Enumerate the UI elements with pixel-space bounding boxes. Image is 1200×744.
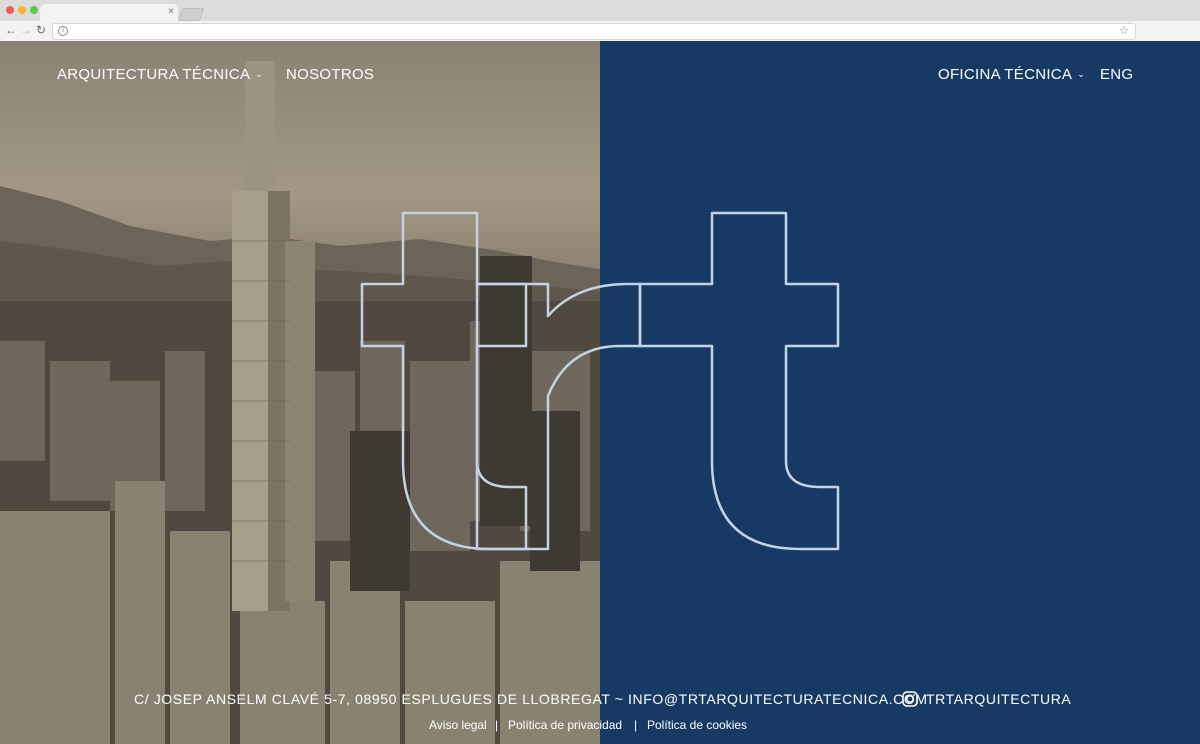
link-politica-cookies[interactable]: Política de cookies: [647, 718, 747, 732]
page: ARQUITECTURA TÉCNICA ⌄ NOSOTROS OFICINA T…: [0, 41, 1200, 744]
new-tab-button[interactable]: [177, 8, 205, 21]
trt-logo-outline: [360, 211, 840, 551]
address-bar[interactable]: i ☆: [52, 23, 1136, 40]
browser-toolbar: ← → ↻ i ☆: [0, 21, 1200, 42]
maximize-window-button[interactable]: [30, 6, 38, 14]
star-icon[interactable]: ☆: [1119, 24, 1129, 38]
legal-separator: |: [495, 718, 499, 732]
footer-contact: C/ JOSEP ANSELM CLAVÉ 5-7, 08950 ESPLUGU…: [0, 691, 1200, 711]
link-aviso-legal[interactable]: Aviso legal: [429, 718, 487, 732]
browser-tab[interactable]: ×: [40, 4, 178, 21]
tab-close-icon[interactable]: ×: [168, 5, 174, 19]
chevron-down-icon: ⌄: [1077, 69, 1086, 79]
back-arrow-icon[interactable]: ←: [5, 23, 17, 38]
language-switch[interactable]: ENG: [1100, 66, 1133, 83]
nav-oficina-tecnica[interactable]: OFICINA TÉCNICA ⌄: [938, 66, 1085, 83]
nav-arquitectura-tecnica[interactable]: ARQUITECTURA TÉCNICA ⌄: [57, 66, 263, 83]
forward-arrow-icon[interactable]: →: [20, 23, 32, 38]
legal-separator: |: [634, 718, 638, 732]
chevron-down-icon: ⌄: [255, 69, 264, 79]
reload-icon[interactable]: ↻: [36, 23, 46, 38]
link-politica-privacidad[interactable]: Política de privacidad: [508, 718, 622, 732]
nav-arquitectura-label: ARQUITECTURA TÉCNICA: [57, 66, 251, 83]
browser-chrome: × ← → ↻ i ☆: [0, 0, 1200, 42]
nav-nosotros[interactable]: NOSOTROS: [286, 66, 374, 83]
minimize-window-button[interactable]: [18, 6, 26, 14]
footer-address[interactable]: C/ JOSEP ANSELM CLAVÉ 5-7, 08950 ESPLUGU…: [134, 691, 928, 707]
tab-bar: ×: [0, 0, 1200, 21]
nav-oficina-label: OFICINA TÉCNICA: [938, 66, 1073, 83]
info-icon[interactable]: i: [58, 26, 68, 36]
legal-links: Aviso legal | Política de privacidad | P…: [0, 718, 1200, 734]
close-window-button[interactable]: [6, 6, 14, 14]
instagram-icon[interactable]: [902, 691, 918, 707]
instagram-link[interactable]: TRTARQUITECTURA: [926, 691, 1071, 707]
